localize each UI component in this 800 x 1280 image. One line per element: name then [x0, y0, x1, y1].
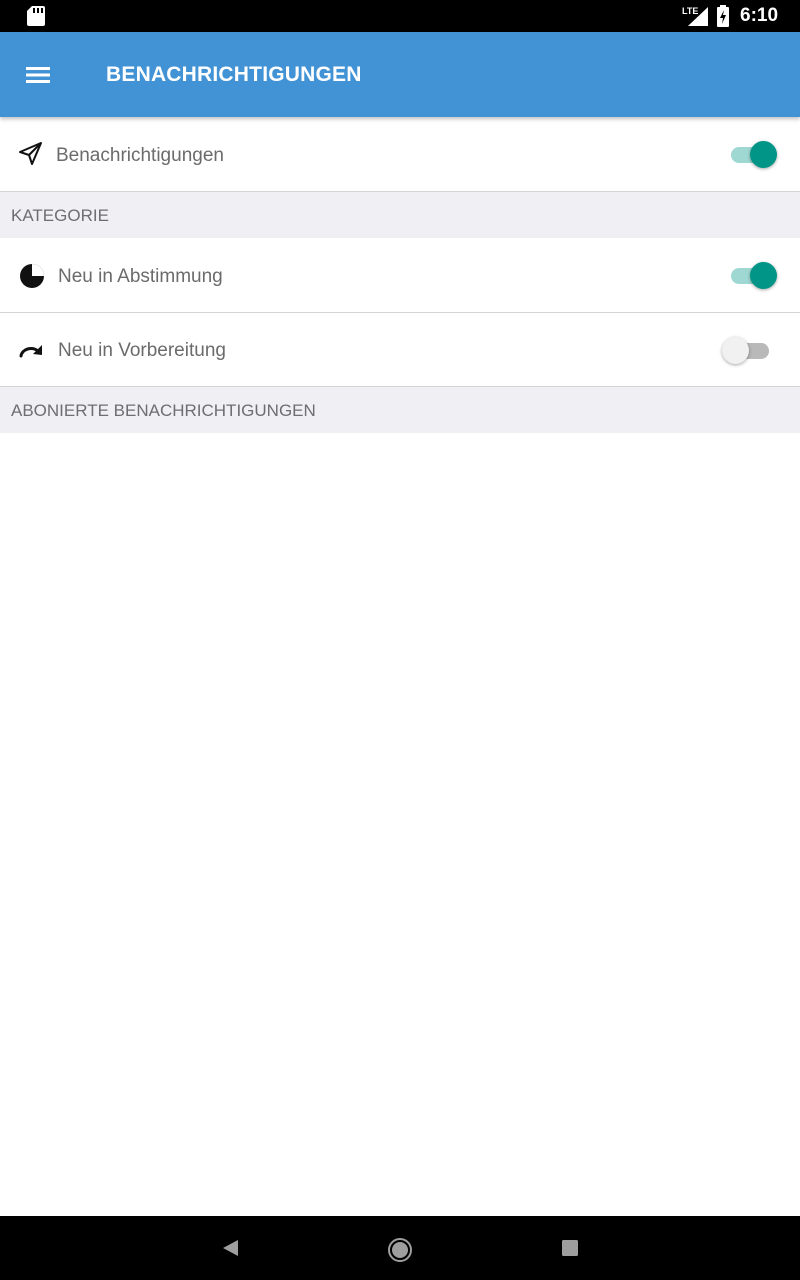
system-nav-bar	[0, 1216, 800, 1280]
section-label-category: KATEGORIE	[11, 206, 109, 225]
battery-charging-icon	[717, 5, 729, 27]
paper-plane-icon	[19, 142, 42, 165]
notifications-label: Benachrichtigungen	[56, 145, 224, 166]
page-title: BENACHRICHTIGUNGEN	[106, 63, 362, 86]
section-label-subscribed: ABONIERTE BENACHRICHTIGUNGEN	[11, 401, 316, 420]
network-type: LTE	[682, 6, 698, 16]
toggle-thumb	[750, 262, 777, 289]
abstimmung-toggle[interactable]	[726, 260, 780, 290]
status-bar: LTE 6:10	[0, 0, 800, 32]
pie-chart-icon	[20, 264, 44, 288]
notifications-toggle[interactable]	[726, 139, 780, 169]
toggle-thumb	[750, 141, 777, 168]
toggle-thumb	[722, 337, 749, 364]
home-icon[interactable]	[387, 1237, 413, 1263]
hamburger-menu-icon[interactable]	[22, 62, 54, 88]
category-item-label: Neu in Abstimmung	[58, 266, 223, 287]
redo-arrow-icon	[19, 345, 42, 358]
category-item-vorbereitung: Neu in Vorbereitung	[0, 313, 800, 387]
app-bar: BENACHRICHTIGUNGEN	[0, 32, 800, 117]
vorbereitung-toggle[interactable]	[722, 335, 780, 365]
recents-icon[interactable]	[561, 1239, 579, 1257]
section-header-category: KATEGORIE	[0, 192, 800, 238]
notifications-screen: LTE 6:10 BENACHRICHTIGUNGEN Benachrichti…	[0, 0, 800, 1280]
category-item-label: Neu in Vorbereitung	[58, 340, 226, 361]
signal-icon: LTE	[682, 6, 708, 26]
notifications-row: Benachrichtigungen	[0, 117, 800, 192]
category-item-abstimmung: Neu in Abstimmung	[0, 238, 800, 313]
back-icon[interactable]	[220, 1238, 240, 1258]
clock: 6:10	[740, 5, 779, 26]
section-header-subscribed: ABONIERTE BENACHRICHTIGUNGEN	[0, 387, 800, 433]
sd-card-icon	[27, 6, 45, 26]
